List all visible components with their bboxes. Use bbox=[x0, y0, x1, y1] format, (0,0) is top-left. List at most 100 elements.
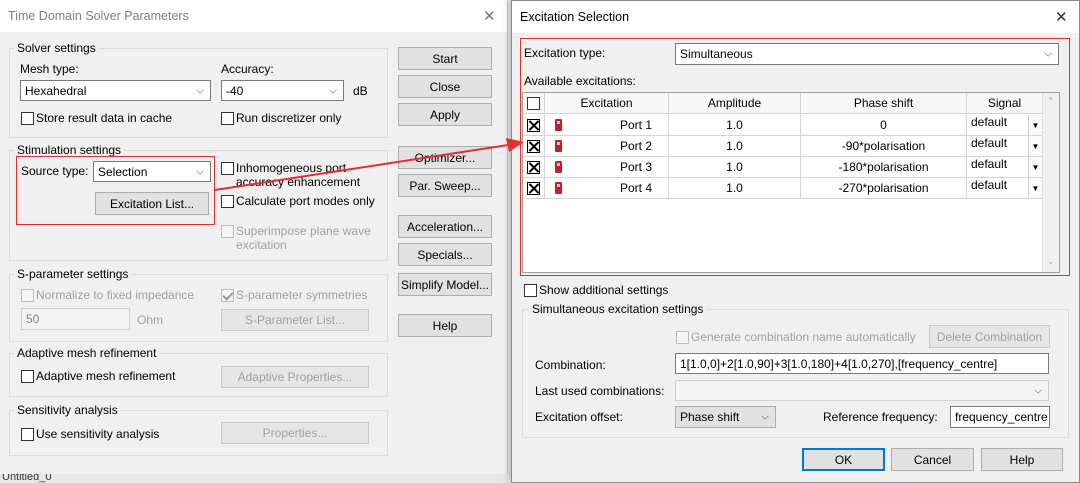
column-header-excitation: Excitation bbox=[545, 93, 669, 114]
source-type-value: Selection bbox=[98, 164, 148, 179]
acceleration-button[interactable]: Acceleration... bbox=[398, 215, 492, 238]
select-all-checkbox[interactable] bbox=[527, 96, 540, 110]
ok-button[interactable]: OK bbox=[802, 448, 885, 471]
calc-port-modes-checkbox[interactable] bbox=[221, 195, 234, 208]
impedance-input[interactable]: 50 bbox=[21, 308, 130, 330]
last-used-label: Last used combinations: bbox=[535, 384, 665, 398]
adaptive-mesh-checkbox-label: Adaptive mesh refinement bbox=[36, 369, 176, 383]
adaptive-mesh-checkbox[interactable] bbox=[21, 370, 34, 383]
show-additional-checkbox[interactable] bbox=[524, 284, 537, 297]
right-close-icon[interactable]: ✕ bbox=[1055, 8, 1068, 26]
generate-name-label: Generate combination name automatically bbox=[691, 330, 916, 344]
sensitivity-checkbox-label: Use sensitivity analysis bbox=[36, 427, 160, 441]
inhomogeneous-port-checkbox[interactable] bbox=[221, 162, 234, 175]
optimizer-button[interactable]: Optimizer... bbox=[398, 146, 492, 169]
apply-button[interactable]: Apply bbox=[398, 103, 492, 126]
specials-button[interactable]: Specials... bbox=[398, 243, 492, 266]
source-type-select[interactable]: Selection ⌵ bbox=[93, 161, 211, 182]
phase-cell[interactable]: -180*polarisation bbox=[801, 157, 967, 178]
excitation-list-button[interactable]: Excitation List... bbox=[95, 192, 209, 215]
select-all-header[interactable] bbox=[523, 93, 545, 114]
signal-cell[interactable]: default ▼ bbox=[967, 157, 1043, 178]
scroll-up-icon[interactable]: ⌃ bbox=[1047, 96, 1055, 107]
dropdown-arrow-icon[interactable]: ▼ bbox=[1028, 115, 1042, 135]
phase-value: -180*polarisation bbox=[838, 160, 929, 174]
sparameter-list-button[interactable]: S-Parameter List... bbox=[221, 309, 369, 331]
row-checked-checkbox[interactable] bbox=[527, 160, 540, 174]
row-checked-checkbox[interactable] bbox=[527, 181, 540, 195]
generate-name-checkbox[interactable] bbox=[676, 331, 689, 344]
port-icon bbox=[555, 119, 562, 131]
row-checkbox-cell[interactable] bbox=[523, 136, 545, 157]
par-sweep-button[interactable]: Par. Sweep... bbox=[398, 174, 492, 197]
accuracy-value: -40 bbox=[226, 83, 244, 98]
phase-value: -90*polarisation bbox=[841, 139, 926, 153]
amplitude-cell[interactable]: 1.0 bbox=[669, 178, 801, 199]
phase-cell[interactable]: -90*polarisation bbox=[801, 136, 967, 157]
available-excitations-label: Available excitations: bbox=[524, 74, 636, 88]
row-checkbox-cell[interactable] bbox=[523, 178, 545, 199]
sensitivity-properties-button[interactable]: Properties... bbox=[221, 422, 369, 444]
superimpose-checkbox[interactable] bbox=[221, 225, 234, 238]
row-checked-checkbox[interactable] bbox=[527, 139, 540, 153]
signal-cell[interactable]: default ▼ bbox=[967, 136, 1043, 157]
help-button-left[interactable]: Help bbox=[398, 314, 492, 337]
dropdown-arrow-icon[interactable]: ▼ bbox=[1028, 136, 1042, 156]
row-checkbox-cell[interactable] bbox=[523, 115, 545, 136]
help-button-right[interactable]: Help bbox=[981, 448, 1063, 471]
sparameter-symmetries-checkbox[interactable] bbox=[221, 289, 234, 302]
row-checked-checkbox[interactable] bbox=[527, 118, 540, 132]
mesh-type-select[interactable]: Hexahedral ⌵ bbox=[20, 80, 211, 101]
sensitivity-checkbox[interactable] bbox=[21, 428, 34, 441]
normalize-impedance-checkbox[interactable] bbox=[21, 289, 34, 302]
phase-cell[interactable]: -270*polarisation bbox=[801, 178, 967, 199]
run-discretizer-checkbox[interactable] bbox=[221, 112, 234, 125]
dropdown-arrow-icon[interactable]: ▼ bbox=[1028, 178, 1042, 198]
delete-combination-button[interactable]: Delete Combination bbox=[929, 325, 1050, 348]
background-taskbar: Untitled_0 bbox=[0, 474, 508, 483]
sparameter-symmetries-label: S-parameter symmetries bbox=[236, 288, 368, 302]
excitation-type-label: Excitation type: bbox=[524, 46, 606, 60]
excitation-type-select[interactable]: Simultaneous ⌵ bbox=[675, 43, 1059, 65]
signal-value: default bbox=[971, 136, 1008, 150]
excitation-cell: Port 1 bbox=[545, 115, 669, 136]
table-scrollbar[interactable]: ⌃ ⌄ bbox=[1042, 93, 1059, 272]
accuracy-select[interactable]: -40 ⌵ bbox=[221, 80, 344, 101]
phase-value: -270*polarisation bbox=[838, 181, 929, 195]
store-result-checkbox[interactable] bbox=[21, 112, 34, 125]
combination-input[interactable]: 1[1.0,0]+2[1.0,90]+3[1.0,180]+4[1.0,270]… bbox=[675, 353, 1049, 374]
column-header-amplitude: Amplitude bbox=[669, 93, 801, 114]
reference-frequency-input[interactable]: frequency_centre bbox=[950, 406, 1050, 428]
port-name: Port 1 bbox=[619, 118, 652, 132]
amplitude-cell[interactable]: 1.0 bbox=[669, 157, 801, 178]
sensitivity-label: Sensitivity analysis bbox=[14, 403, 121, 417]
last-used-select[interactable]: ⌵ bbox=[675, 380, 1049, 401]
simplify-model-button[interactable]: Simplify Model... bbox=[398, 273, 492, 296]
left-window-title: Time Domain Solver Parameters bbox=[8, 9, 189, 23]
dropdown-arrow-icon[interactable]: ▼ bbox=[1028, 157, 1042, 177]
port-name: Port 3 bbox=[619, 160, 652, 174]
right-window-title: Excitation Selection bbox=[520, 10, 630, 24]
adaptive-properties-button[interactable]: Adaptive Properties... bbox=[221, 366, 369, 388]
left-close-icon[interactable]: ✕ bbox=[483, 7, 496, 25]
combination-label: Combination: bbox=[535, 358, 606, 372]
signal-value: default bbox=[971, 115, 1008, 129]
cancel-button[interactable]: Cancel bbox=[891, 448, 974, 471]
start-button[interactable]: Start bbox=[398, 47, 492, 70]
amplitude-value: 1.0 bbox=[726, 139, 743, 153]
signal-cell[interactable]: default ▼ bbox=[967, 178, 1043, 199]
excitation-offset-select[interactable]: Phase shift ⌵ bbox=[675, 406, 776, 428]
excitation-cell: Port 4 bbox=[545, 178, 669, 199]
scroll-down-icon[interactable]: ⌄ bbox=[1047, 256, 1055, 267]
amplitude-cell[interactable]: 1.0 bbox=[669, 115, 801, 136]
amplitude-cell[interactable]: 1.0 bbox=[669, 136, 801, 157]
close-button[interactable]: Close bbox=[398, 75, 492, 98]
row-checkbox-cell[interactable] bbox=[523, 157, 545, 178]
inhomogeneous-label-line1: Inhomogeneous port bbox=[236, 161, 347, 175]
port-icon bbox=[555, 140, 562, 152]
chevron-down-icon: ⌵ bbox=[761, 411, 769, 423]
phase-cell[interactable]: 0 bbox=[801, 115, 967, 136]
sparameter-settings-label: S-parameter settings bbox=[14, 267, 132, 281]
simultaneous-settings-label: Simultaneous excitation settings bbox=[529, 302, 707, 316]
signal-cell[interactable]: default ▼ bbox=[967, 115, 1043, 136]
